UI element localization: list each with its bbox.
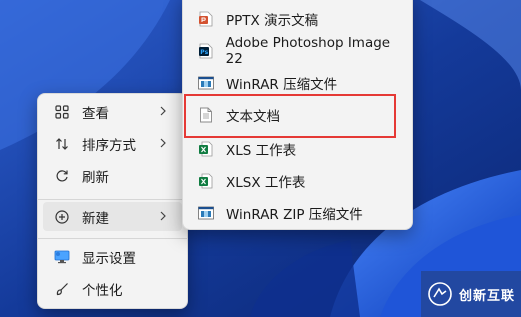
svg-text:Ps: Ps [200,49,208,56]
excel-icon [198,173,214,189]
highlight-box [184,94,396,138]
watermark: 创新互联 [421,271,521,317]
submenu-item-label: WinRAR ZIP 压缩文件 [226,206,363,223]
menu-item-personalize[interactable]: 个性化 [43,274,182,303]
menu-separator [38,238,187,239]
menu-item-label: 刷新 [82,169,109,186]
submenu-item-pptx[interactable]: PPTX 演示文稿 [188,4,407,33]
menu-item-label: 新建 [82,210,109,227]
winrar-icon [198,75,214,91]
menu-item-display-settings[interactable]: 显示设置 [43,242,182,271]
menu-item-refresh[interactable]: 刷新 [43,161,182,190]
desktop-context-menu: 查看 排序方式 刷新 新建 显示设置 个性化 [37,93,188,309]
sort-icon [54,136,70,152]
excel-icon [198,141,214,157]
menu-item-label: 排序方式 [82,137,136,154]
watermark-logo-icon [428,282,452,306]
menu-item-view[interactable]: 查看 [43,97,182,126]
chevron-right-icon [160,211,166,221]
brush-icon [54,281,70,297]
submenu-item-xls[interactable]: XLS 工作表 [188,134,407,163]
menu-item-label: 查看 [82,105,109,122]
menu-item-new[interactable]: 新建 [43,202,182,231]
submenu-item-label: XLSX 工作表 [226,174,306,191]
chevron-right-icon [160,138,166,148]
menu-item-label: 个性化 [82,282,123,299]
submenu-item-winrar-zip[interactable]: WinRAR ZIP 压缩文件 [188,198,407,227]
photoshop-icon: Ps [198,43,214,59]
submenu-item-label: WinRAR 压缩文件 [226,76,338,93]
submenu-item-winrar[interactable]: WinRAR 压缩文件 [188,68,407,97]
watermark-text: 创新互联 [459,288,516,304]
menu-separator [38,199,187,200]
grid-icon [54,104,70,120]
menu-item-label: 显示设置 [82,250,136,267]
menu-item-sort[interactable]: 排序方式 [43,129,182,158]
submenu-item-photoshop[interactable]: Ps Adobe Photoshop Image 22 [188,34,407,67]
chevron-right-icon [160,106,166,116]
plus-circle-icon [54,209,70,225]
powerpoint-icon [198,11,214,27]
submenu-item-label: PPTX 演示文稿 [226,12,319,29]
display-icon [54,249,70,265]
refresh-icon [54,168,70,184]
submenu-item-xlsx[interactable]: XLSX 工作表 [188,166,407,195]
submenu-item-label: XLS 工作表 [226,142,297,159]
winrar-zip-icon [198,205,214,221]
submenu-item-label: Adobe Photoshop Image 22 [225,34,391,67]
